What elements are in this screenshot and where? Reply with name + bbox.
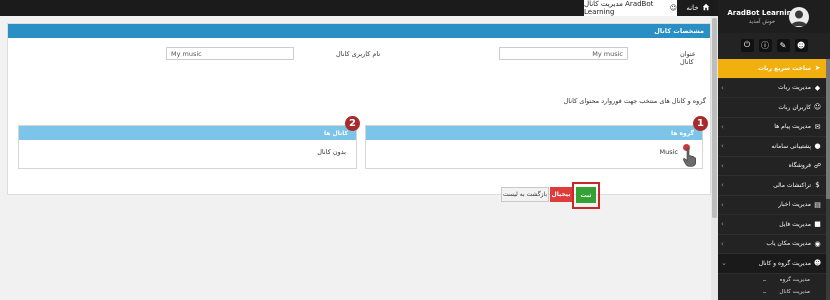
- sidebar-menu: ساخت سریع ربات ➤ ‹ مدیریت ربات ◆ کاربران…: [718, 59, 830, 299]
- sidebar-item-messages[interactable]: ‹ مدیریت پیام ها ✉: [718, 118, 830, 137]
- channel-title-input[interactable]: My music: [499, 47, 628, 60]
- cube-icon: ◆: [814, 83, 821, 92]
- sidebar-item-label: کاربران ربات: [778, 103, 811, 111]
- cancel-button[interactable]: بیخیال: [550, 187, 572, 202]
- channel-details-panel: مشخصات کانال عنوان کانال My music نام کا…: [7, 23, 711, 195]
- sidebar-item-support[interactable]: ‹ پشتیبانی سامانه ●: [718, 137, 830, 157]
- folder-icon: ■: [814, 220, 821, 229]
- users-icon: ☺: [813, 103, 822, 112]
- sidebar: AradBot Learning خوش آمدید ⏻ ⓘ ✎ ☻ ساخت …: [718, 0, 830, 300]
- sidebar-item-transactions[interactable]: ‹ تراکنشات مالی $: [718, 176, 830, 196]
- news-icon: ▤: [814, 200, 821, 209]
- tab-label: مدیریت کانال AradBot Learning: [584, 0, 654, 16]
- sidebar-item-label: مدیریت فایل: [779, 220, 811, 228]
- groups-box-header: گروه ها: [366, 126, 702, 140]
- channels-empty-text: بدون کانال: [317, 148, 346, 156]
- badge-1: 1: [693, 116, 708, 131]
- sidebar-item-label: پشتیبانی سامانه: [771, 142, 811, 150]
- chevron-left-icon: ‹: [721, 122, 724, 131]
- panel-title: مشخصات کانال: [8, 24, 710, 38]
- chevron-down-icon: ⌄: [721, 259, 727, 268]
- tab-home[interactable]: خانه: [678, 0, 718, 16]
- home-icon: [702, 3, 710, 13]
- sidebar-item-store[interactable]: ‹ فروشگاه ☍: [718, 157, 830, 176]
- sidebar-item-group-channel[interactable]: ⌄ مدیریت گروه و کانال ☻: [718, 254, 830, 274]
- hand-cursor-icon: [683, 148, 696, 167]
- edit-user-icon[interactable]: ✎: [776, 38, 790, 52]
- sidebar-item-label: تراکنشات مالی: [773, 181, 811, 189]
- power-icon[interactable]: ⏻: [740, 38, 754, 52]
- users-icon: ☺: [669, 4, 677, 12]
- avatar[interactable]: [789, 7, 809, 27]
- sidebar-scrollbar[interactable]: [826, 59, 830, 300]
- chevron-left-icon: ‹: [721, 181, 724, 190]
- content-area: مشخصات کانال عنوان کانال My music نام کا…: [0, 16, 718, 300]
- channel-username-label: نام کاربری کانال: [336, 50, 381, 58]
- sidebar-item-bot-users[interactable]: کاربران ربات ☺: [718, 98, 830, 118]
- location-icon: ◉: [814, 239, 821, 248]
- envelope-icon: ✉: [814, 122, 821, 131]
- forward-description: گروه و کانال های منتخب جهت فوروارد محتوا…: [563, 97, 706, 105]
- chevron-left-icon: ‹: [721, 220, 724, 229]
- sidebar-item-news[interactable]: ‹ مدیریت اخبار ▤: [718, 196, 830, 215]
- channel-username-input[interactable]: My music: [166, 47, 294, 60]
- sidebar-item-label: مدیریت ربات: [778, 84, 811, 92]
- sidebar-item-bot-management[interactable]: ‹ مدیریت ربات ◆: [718, 79, 830, 98]
- group-item-music[interactable]: Music: [660, 148, 679, 156]
- chevron-left-icon: ‹: [721, 200, 724, 209]
- group-icon: ☻: [813, 259, 822, 268]
- submenu-item-groups[interactable]: مدیریت گروه: [718, 274, 830, 287]
- content-scrollbar[interactable]: [711, 16, 718, 300]
- sidebar-item-label: مدیریت مکان یاب: [766, 240, 811, 248]
- back-to-list-button[interactable]: بازگشت به لیست: [501, 187, 549, 202]
- tab-channel-management[interactable]: مدیریت کانال AradBot Learning ☺: [584, 0, 677, 16]
- sidebar-item-label: ساخت سریع ربات: [758, 64, 811, 72]
- rocket-icon: ➤: [814, 64, 821, 73]
- channels-box-header: کانال ها: [19, 126, 356, 140]
- sidebar-item-label: فروشگاه: [788, 162, 811, 170]
- submenu-item-channels[interactable]: مدیریت کانال: [718, 286, 830, 299]
- top-tab-bar: مدیریت کانال AradBot Learning ☺ خانه: [0, 0, 718, 16]
- tab-home-label: خانه: [686, 4, 699, 12]
- quick-icons: ⏻ ⓘ ✎ ☻: [718, 33, 830, 57]
- sidebar-scrollbar-thumb[interactable]: [826, 59, 830, 199]
- chevron-left-icon: ‹: [721, 239, 724, 248]
- sidebar-item-label: مدیریت اخبار: [778, 201, 811, 209]
- groups-box: گروه ها Music: [365, 125, 703, 169]
- sidebar-item-quick-build[interactable]: ساخت سریع ربات ➤: [718, 59, 830, 79]
- support-icon: ●: [814, 142, 821, 151]
- save-button[interactable]: ثبت: [576, 187, 596, 203]
- money-icon: $: [815, 181, 820, 190]
- chevron-left-icon: ‹: [721, 83, 724, 92]
- sidebar-item-files[interactable]: ‹ مدیریت فایل ■: [718, 215, 830, 235]
- content-scrollbar-thumb[interactable]: [712, 18, 717, 218]
- sidebar-item-label: مدیریت گروه و کانال: [758, 259, 811, 267]
- sidebar-item-locator[interactable]: ‹ مدیریت مکان یاب ◉: [718, 235, 830, 254]
- channels-box: کانال ها بدون کانال: [18, 125, 357, 169]
- badge-2: 2: [345, 116, 360, 131]
- cart-icon: ☍: [813, 161, 822, 170]
- user-settings-icon[interactable]: ☻: [794, 38, 808, 52]
- sidebar-item-label: مدیریت پیام ها: [774, 123, 811, 131]
- info-icon[interactable]: ⓘ: [758, 38, 772, 52]
- profile-section: AradBot Learning خوش آمدید: [718, 0, 830, 33]
- channel-title-label: عنوان کانال: [680, 50, 696, 66]
- chevron-left-icon: ‹: [721, 142, 724, 151]
- chevron-left-icon: ‹: [721, 161, 724, 170]
